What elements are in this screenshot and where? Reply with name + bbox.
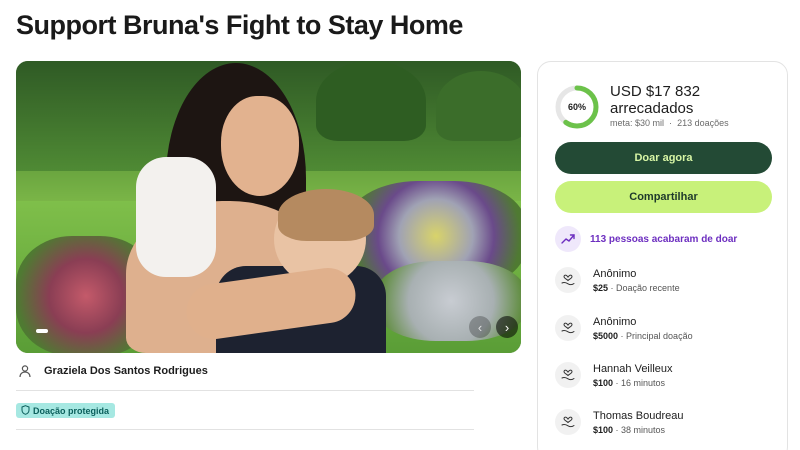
gallery-next-button[interactable]: › xyxy=(496,316,518,338)
photo-hedge xyxy=(316,61,426,141)
donation-meta: $100 · 38 minutos xyxy=(593,424,666,435)
donation-info: Thomas Boudreau $100 · 38 minutos xyxy=(593,410,684,435)
campaign-title: Support Bruna's Fight to Stay Home xyxy=(16,10,463,40)
donation-item: Anônimo $5000 · Principal doação xyxy=(555,315,693,341)
donate-now-button[interactable]: Doar agora xyxy=(555,142,772,174)
goal-and-count: meta: $30 mil · 213 doações xyxy=(610,118,729,128)
donation-detail: 38 minutos xyxy=(621,424,666,435)
photo-child-hair xyxy=(278,189,374,241)
photo-woman-face xyxy=(221,96,299,196)
donor-name: Anônimo xyxy=(593,267,637,280)
trending-up-icon xyxy=(555,226,581,252)
donor-name: Anônimo xyxy=(593,315,637,328)
divider xyxy=(16,390,474,391)
photo-hedge xyxy=(436,71,521,141)
donation-meta: $25 · Doação recente xyxy=(593,282,680,293)
recent-donors-text: 113 pessoas acabaram de doar xyxy=(590,233,738,245)
donation-meta: $100 · 16 minutos xyxy=(593,377,666,388)
donation-amount: $5000 xyxy=(593,330,619,341)
shield-icon xyxy=(21,404,30,417)
divider xyxy=(16,429,474,430)
progress-percent: 60% xyxy=(567,102,586,112)
donor-name: Thomas Boudreau xyxy=(593,409,684,422)
share-button[interactable]: Compartilhar xyxy=(555,181,772,213)
donation-amount: $25 xyxy=(593,282,609,293)
organizer-name[interactable]: Graziela Dos Santos Rodrigues xyxy=(44,365,208,377)
donation-item: Anônimo $25 · Doação recente xyxy=(555,267,680,293)
heart-hand-icon xyxy=(555,315,581,341)
person-icon xyxy=(16,362,34,380)
amount-raised: USD $17 832 arrecadados xyxy=(610,83,701,117)
gallery-pagination-indicator[interactable] xyxy=(36,329,48,333)
donation-item: Thomas Boudreau $100 · 38 minutos xyxy=(555,409,684,435)
donation-amount: $100 xyxy=(593,377,614,388)
donation-info: Anônimo $25 · Doação recente xyxy=(593,268,680,293)
donation-amount: $100 xyxy=(593,424,614,435)
photo-woman-dress xyxy=(136,157,216,277)
donation-meta: $5000 · Principal doação xyxy=(593,330,693,341)
donation-panel: 60% USD $17 832 arrecadados meta: $30 mi… xyxy=(537,61,788,450)
heart-hand-icon xyxy=(555,362,581,388)
protected-donation-badge[interactable]: Doação protegida xyxy=(16,403,116,418)
separator: · xyxy=(669,118,673,128)
goal-amount: meta: $30 mil xyxy=(610,118,665,128)
recent-donors-activity: 113 pessoas acabaram de doar xyxy=(555,226,737,252)
donation-count: 213 doações xyxy=(677,118,729,128)
chevron-left-icon: ‹ xyxy=(477,319,483,335)
donation-info: Anônimo $5000 · Principal doação xyxy=(593,316,693,341)
gallery-prev-button[interactable]: ‹ xyxy=(469,316,491,338)
donation-info: Hannah Veilleux $100 · 16 minutos xyxy=(593,363,673,388)
donor-name: Hannah Veilleux xyxy=(593,362,673,375)
heart-hand-icon xyxy=(555,409,581,435)
donation-item: Hannah Veilleux $100 · 16 minutos xyxy=(555,362,673,388)
donation-detail: Principal doação xyxy=(626,330,693,341)
heart-hand-icon xyxy=(555,267,581,293)
donation-detail: Doação recente xyxy=(616,282,680,293)
organizer-row[interactable]: Graziela Dos Santos Rodrigues xyxy=(16,362,208,380)
campaign-photo[interactable]: ‹ › xyxy=(16,61,521,353)
protected-label: Doação protegida xyxy=(33,405,110,416)
donation-detail: 16 minutos xyxy=(621,377,666,388)
chevron-right-icon: › xyxy=(504,319,510,335)
